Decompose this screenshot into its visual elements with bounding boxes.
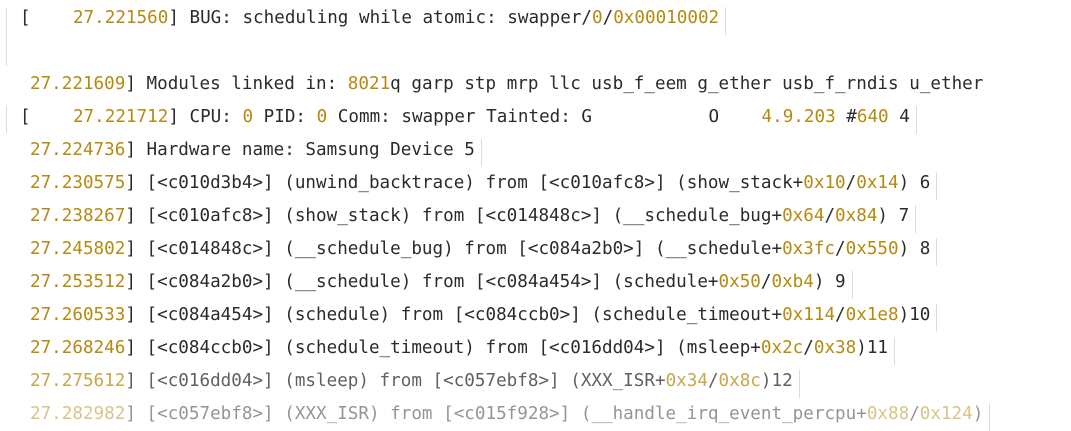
- log-number: 27.224736: [30, 140, 126, 160]
- log-number: 0: [316, 107, 328, 127]
- log-number: 27.230575: [30, 173, 126, 193]
- log-number: 0x8c: [718, 371, 761, 391]
- log-number: 27.260533: [30, 305, 126, 325]
- line-separator: [894, 337, 896, 365]
- log-number: 0x550: [845, 239, 899, 259]
- log-text: ] BUG: scheduling while atomic: swapper/: [168, 8, 593, 28]
- line-separator: [915, 106, 917, 134]
- log-text: /: [760, 272, 772, 292]
- line-separator: [725, 7, 727, 35]
- log-number: 0: [242, 107, 254, 127]
- log-number: 0x10: [803, 173, 846, 193]
- log-number: 0x64: [782, 206, 825, 226]
- log-text: /: [707, 371, 719, 391]
- log-line: 27.221609] Modules linked in: 8021q garp…: [30, 72, 983, 96]
- gutter-bar: [6, 8, 7, 66]
- log-number: 0x00010002: [613, 8, 720, 28]
- log-number: 8021: [347, 74, 391, 94]
- gutter-bar: [6, 105, 7, 133]
- log-number: 0x14: [856, 173, 899, 193]
- log-text: ) 7: [877, 206, 910, 226]
- log-number: 0x50: [718, 272, 761, 292]
- log-text: ] [<c057ebf8>] (XXX_ISR) from [<c015f928…: [125, 404, 867, 424]
- log-text: /: [909, 404, 920, 424]
- log-number: 27.221712: [72, 107, 169, 127]
- log-text: )10: [898, 305, 931, 325]
- log-line: 27.230575] [<c010d3b4>] (unwind_backtrac…: [30, 171, 930, 195]
- log-text: )12: [760, 371, 793, 391]
- log-number: 0x1e8: [845, 305, 899, 325]
- log-text: ] [<c010d3b4>] (unwind_backtrace) from […: [125, 173, 804, 193]
- line-separator: [936, 172, 938, 200]
- log-text: /: [602, 8, 614, 28]
- line-separator: [851, 271, 853, 299]
- log-text: /: [824, 206, 836, 226]
- log-text: ] [<c014848c>] (__schedule_bug) from [<c…: [125, 239, 783, 259]
- log-text: #: [835, 107, 857, 127]
- log-line: [ 27.221560] BUG: scheduling while atomi…: [20, 6, 719, 30]
- log-number: 27.221560: [72, 8, 169, 28]
- log-line: 27.245802] [<c014848c>] (__schedule_bug)…: [30, 237, 930, 261]
- log-text: ] Hardware name: Samsung Device 5: [125, 140, 475, 160]
- log-line: 27.282982] [<c057ebf8>] (XXX_ISR) from […: [30, 402, 983, 426]
- log-text: ] CPU:: [168, 107, 243, 127]
- line-separator: [936, 304, 938, 332]
- log-line: 27.238267] [<c010afc8>] (show_stack) fro…: [30, 204, 909, 228]
- log-text: ] Modules linked in:: [125, 74, 348, 94]
- log-number: 27.268246: [30, 338, 126, 358]
- log-text: ] [<c084ccb0>] (schedule_timeout) from […: [125, 338, 761, 358]
- log-number: 0xb4: [771, 272, 814, 292]
- log-text: ] [<c084a2b0>] (__schedule) from [<c084a…: [125, 272, 719, 292]
- log-text: ) 8: [898, 239, 931, 259]
- line-separator: [480, 139, 482, 167]
- log-text: /: [803, 338, 814, 358]
- log-text: ) 9: [813, 272, 846, 292]
- line-separator: [915, 205, 917, 233]
- log-text: q garp stp mrp llc usb_f_eem g_ether usb…: [390, 74, 984, 94]
- log-text: PID:: [253, 107, 317, 127]
- log-number: 0x2c: [760, 338, 804, 358]
- log-number: 27.221609: [30, 74, 126, 94]
- log-text: 4: [888, 107, 910, 127]
- log-number: 0x114: [782, 305, 836, 325]
- log-number: 0x38: [813, 338, 857, 358]
- log-text: )11: [856, 338, 889, 358]
- log-text: ] [<c016dd04>] (msleep) from [<c057ebf8>…: [125, 371, 666, 391]
- log-text: ): [972, 404, 984, 424]
- log-line: 27.224736] Hardware name: Samsung Device…: [30, 138, 475, 162]
- log-number: 27.245802: [30, 239, 126, 259]
- log-number: 0x124: [919, 404, 973, 424]
- log-number: 0x3fc: [782, 239, 836, 259]
- log-text: ] [<c084a454>] (schedule) from [<c084ccb…: [125, 305, 783, 325]
- log-number: 640: [856, 107, 889, 127]
- log-line: 27.253512] [<c084a2b0>] (__schedule) fro…: [30, 270, 846, 294]
- line-separator: [798, 370, 800, 398]
- log-text: /: [835, 305, 846, 325]
- log-number: 0x88: [866, 404, 910, 424]
- log-number: 27.253512: [30, 272, 126, 292]
- log-line: 27.275612] [<c016dd04>] (msleep) from [<…: [30, 369, 793, 393]
- log-number: 27.238267: [30, 206, 126, 226]
- log-text: [: [20, 8, 73, 28]
- log-number: 4.9.203: [761, 107, 836, 127]
- log-number: 0x34: [665, 371, 708, 391]
- log-text: Comm: swapper Tainted: G O: [327, 107, 762, 127]
- log-text: [: [20, 107, 73, 127]
- kernel-log: [ 27.221560] BUG: scheduling while atomi…: [0, 0, 1071, 431]
- log-text: /: [845, 173, 857, 193]
- log-number: 27.275612: [30, 371, 126, 391]
- log-number: 27.282982: [30, 404, 126, 424]
- log-number: 0: [592, 8, 603, 28]
- log-line: [ 27.221712] CPU: 0 PID: 0 Comm: swapper…: [20, 105, 910, 129]
- line-separator: [936, 238, 938, 266]
- log-line: 27.268246] [<c084ccb0>] (schedule_timeou…: [30, 336, 888, 360]
- log-text: /: [835, 239, 846, 259]
- line-separator: [989, 403, 991, 431]
- log-line: 27.260533] [<c084a454>] (schedule) from …: [30, 303, 930, 327]
- log-text: ) 6: [898, 173, 931, 193]
- log-text: ] [<c010afc8>] (show_stack) from [<c0148…: [125, 206, 783, 226]
- log-number: 0x84: [835, 206, 878, 226]
